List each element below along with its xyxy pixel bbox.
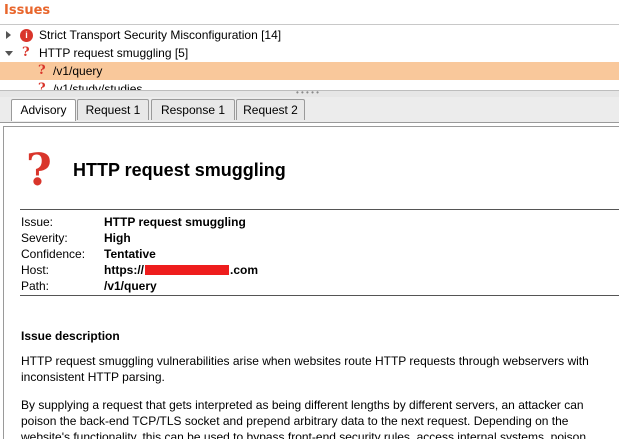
- issue-label: Issue:: [21, 215, 54, 229]
- advisory-title: HTTP request smuggling: [73, 160, 286, 180]
- severity-value: High: [104, 231, 131, 245]
- issues-panel-title: Issues: [4, 3, 51, 18]
- redaction-bar: [145, 264, 229, 275]
- tree-row-hsts[interactable]: i Strict Transport Security Misconfigura…: [0, 26, 619, 44]
- divider: [20, 209, 619, 210]
- question-mark-icon: ?: [26, 145, 52, 196]
- path-label: Path:: [21, 279, 50, 293]
- tab-divider: [0, 122, 619, 123]
- info-badge-icon: i: [20, 29, 33, 42]
- expand-arrow-icon[interactable]: [6, 31, 11, 39]
- issues-tree[interactable]: i Strict Transport Security Misconfigura…: [0, 24, 619, 91]
- tab-request-1[interactable]: Request 1: [77, 99, 149, 120]
- tab-advisory[interactable]: Advisory: [11, 99, 76, 121]
- description-paragraph-2: By supplying a request that gets interpr…: [21, 398, 587, 439]
- collapse-arrow-icon[interactable]: [5, 51, 13, 56]
- tree-row-label: /v1/query: [53, 64, 103, 78]
- tree-row-v1-query[interactable]: ? /v1/query: [0, 62, 619, 80]
- host-prefix: https://: [104, 263, 144, 277]
- severity-label: Severity:: [21, 231, 68, 245]
- host-suffix: .com: [230, 263, 259, 277]
- question-mark-icon: ?: [38, 63, 46, 78]
- question-mark-icon: ?: [22, 45, 30, 60]
- tree-row-smuggling[interactable]: ? HTTP request smuggling [5]: [0, 44, 619, 62]
- description-paragraph-1: HTTP request smuggling vulnerabilities a…: [21, 354, 589, 384]
- tab-response-1[interactable]: Response 1: [151, 99, 235, 120]
- splitter-grip-icon[interactable]: • • • • •: [296, 89, 319, 97]
- confidence-value: Tentative: [104, 247, 156, 261]
- path-value: /v1/query: [104, 279, 157, 293]
- host-label: Host:: [21, 263, 50, 277]
- tab-request-2[interactable]: Request 2: [236, 99, 305, 120]
- issue-description-heading: Issue description: [21, 329, 120, 343]
- tree-row-label: HTTP request smuggling [5]: [39, 46, 189, 60]
- host-value: https:// .com: [104, 262, 258, 278]
- tab-bar: Advisory Request 1 Response 1 Request 2: [0, 97, 619, 123]
- confidence-label: Confidence:: [21, 247, 86, 261]
- issue-value: HTTP request smuggling: [104, 215, 246, 229]
- advisory-panel: ? HTTP request smuggling Issue: HTTP req…: [3, 126, 619, 439]
- tree-row-label: Strict Transport Security Misconfigurati…: [39, 28, 282, 42]
- divider: [20, 295, 619, 296]
